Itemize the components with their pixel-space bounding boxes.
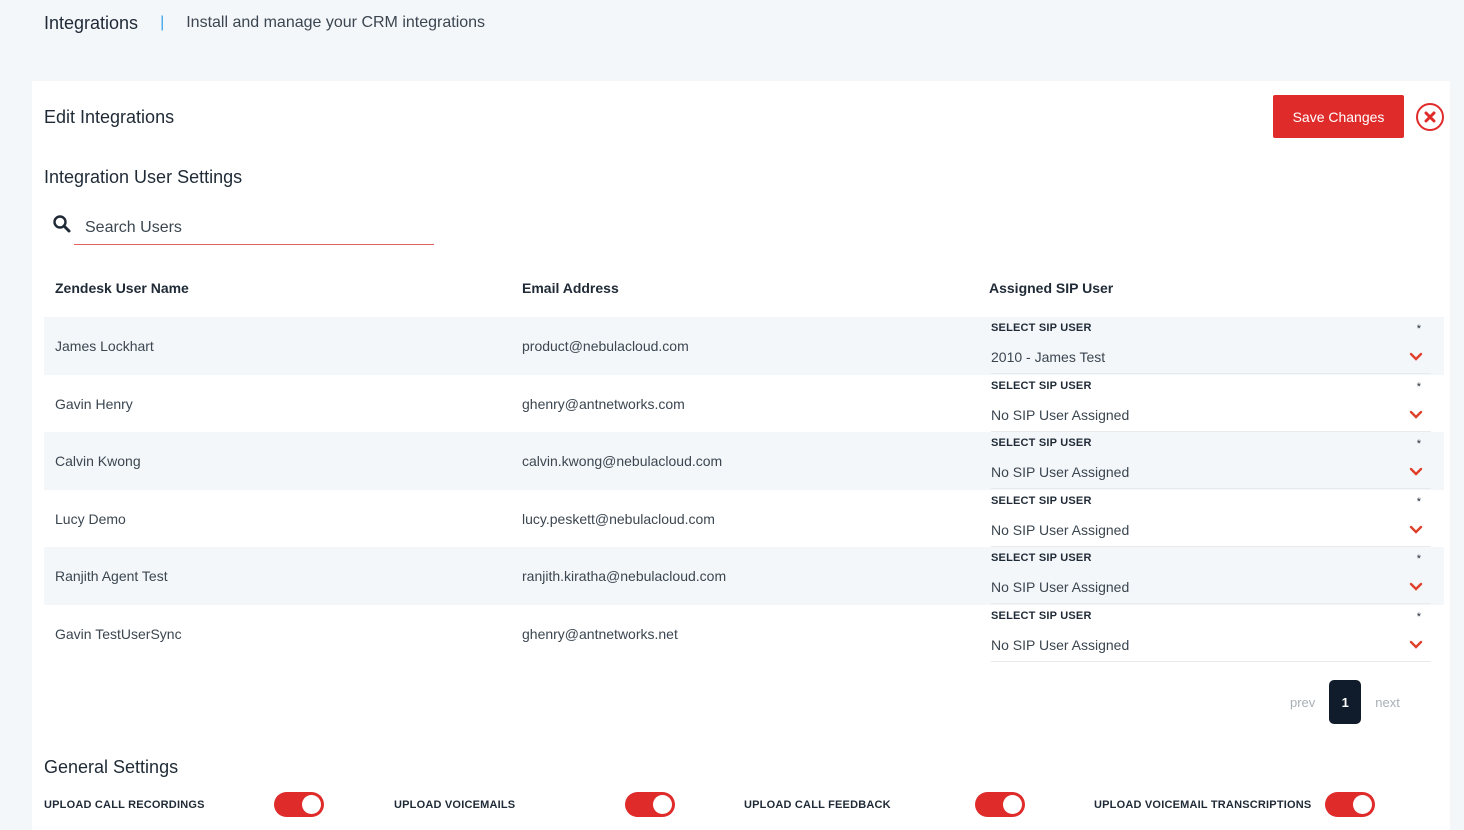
sip-select-value: No SIP User Assigned — [991, 636, 1130, 653]
toggle-label: UPLOAD VOICEMAIL TRANSCRIPTIONS — [1094, 799, 1312, 811]
close-button[interactable] — [1416, 103, 1444, 131]
table-row: Calvin Kwong calvin.kwong@nebulacloud.co… — [44, 432, 1444, 490]
header-separator: | — [160, 14, 165, 31]
page-header: Integrations | Install and manage your C… — [44, 12, 485, 34]
table-row: James Lockhart product@nebulacloud.com S… — [44, 317, 1444, 375]
toggle-label: UPLOAD CALL RECORDINGS — [44, 799, 205, 811]
required-marker: * — [1416, 495, 1421, 508]
chevron-down-icon — [1409, 467, 1423, 476]
pagination: prev 1 next — [1290, 679, 1400, 725]
user-name: Gavin TestUserSync — [55, 625, 182, 642]
user-email: lucy.peskett@nebulacloud.com — [522, 510, 715, 527]
sip-user-select[interactable]: SELECT SIP USER * No SIP User Assigned — [991, 547, 1431, 604]
sip-select-label: SELECT SIP USER — [991, 379, 1092, 392]
user-name: Calvin Kwong — [55, 453, 141, 469]
card-title: Edit Integrations — [44, 107, 175, 127]
pagination-prev[interactable]: prev — [1290, 695, 1315, 710]
users-table-body: James Lockhart product@nebulacloud.com S… — [44, 317, 1444, 662]
search-users-input[interactable] — [74, 212, 434, 243]
upload-call-feedback-toggle[interactable] — [975, 792, 1025, 817]
table-header: Zendesk User Name Email Address Assigned… — [44, 280, 1444, 300]
column-header-sip: Assigned SIP User — [989, 280, 1114, 296]
sip-user-select[interactable]: SELECT SIP USER * No SIP User Assigned — [991, 375, 1431, 432]
required-marker: * — [1416, 610, 1421, 623]
sip-select-label: SELECT SIP USER — [991, 494, 1092, 507]
chevron-down-icon — [1409, 640, 1423, 649]
user-name: James Lockhart — [55, 338, 154, 354]
page-subtitle: Install and manage your CRM integrations — [186, 14, 486, 31]
upload-voicemails-toggle[interactable] — [625, 792, 675, 817]
toggle-group-voicemails: UPLOAD VOICEMAILS — [394, 792, 515, 818]
sip-select-label: SELECT SIP USER — [991, 552, 1092, 564]
sip-select-label: SELECT SIP USER — [991, 322, 1092, 334]
sip-select-value: No SIP User Assigned — [991, 464, 1130, 480]
table-row: Ranjith Agent Test ranjith.kiratha@nebul… — [44, 547, 1444, 605]
general-settings-title: General Settings — [44, 757, 179, 777]
chevron-down-icon — [1409, 525, 1423, 534]
chevron-down-icon — [1409, 582, 1423, 591]
close-icon — [1424, 111, 1436, 123]
sip-select-value: No SIP User Assigned — [991, 521, 1130, 538]
user-name: Ranjith Agent Test — [55, 568, 168, 584]
user-name: Gavin Henry — [55, 395, 133, 412]
table-row: Lucy Demo lucy.peskett@nebulacloud.com S… — [44, 490, 1444, 548]
user-email: ghenry@antnetworks.com — [522, 395, 685, 412]
sip-select-label: SELECT SIP USER — [991, 609, 1092, 622]
search-bar — [53, 211, 434, 245]
sip-user-select[interactable]: SELECT SIP USER * No SIP User Assigned — [991, 432, 1431, 489]
toggle-label: UPLOAD VOICEMAILS — [394, 799, 516, 811]
pagination-next[interactable]: next — [1375, 695, 1400, 710]
user-email: ghenry@antnetworks.net — [522, 625, 678, 642]
required-marker: * — [1416, 323, 1421, 335]
table-row: Gavin Henry ghenry@antnetworks.com SELEC… — [44, 375, 1444, 433]
page-title: Integrations — [44, 12, 139, 33]
chevron-down-icon — [1409, 352, 1423, 361]
sip-user-select[interactable]: SELECT SIP USER * No SIP User Assigned — [991, 490, 1431, 547]
required-marker: * — [1416, 438, 1421, 450]
required-marker: * — [1416, 380, 1421, 393]
chevron-down-icon — [1409, 410, 1423, 419]
edit-integrations-card: Edit Integrations Save Changes Integrati… — [32, 81, 1450, 830]
general-settings-toggles: UPLOAD CALL RECORDINGS UPLOAD VOICEMAILS… — [44, 792, 1444, 818]
user-email: ranjith.kiratha@nebulacloud.com — [522, 568, 727, 584]
save-changes-button[interactable]: Save Changes — [1273, 95, 1404, 138]
column-header-name: Zendesk User Name — [55, 280, 189, 296]
required-marker: * — [1416, 553, 1421, 565]
sip-user-select[interactable]: SELECT SIP USER * No SIP User Assigned — [991, 605, 1431, 662]
user-email: product@nebulacloud.com — [522, 338, 689, 354]
toggle-group-call-feedback: UPLOAD CALL FEEDBACK — [744, 792, 891, 818]
user-settings-title: Integration User Settings — [44, 167, 243, 187]
sip-select-value: 2010 - James Test — [991, 349, 1106, 365]
upload-call-recordings-toggle[interactable] — [274, 792, 324, 817]
toggle-group-voicemail-transcriptions: UPLOAD VOICEMAIL TRANSCRIPTIONS — [1094, 792, 1311, 818]
toggle-group-call-recordings: UPLOAD CALL RECORDINGS — [44, 792, 205, 818]
sip-user-select[interactable]: SELECT SIP USER * 2010 - James Test — [991, 317, 1431, 374]
upload-voicemail-transcriptions-toggle[interactable] — [1325, 792, 1375, 817]
column-header-email: Email Address — [522, 280, 619, 296]
sip-select-value: No SIP User Assigned — [991, 406, 1130, 423]
search-icon — [53, 215, 71, 233]
toggle-label: UPLOAD CALL FEEDBACK — [744, 799, 891, 811]
table-row: Gavin TestUserSync ghenry@antnetworks.ne… — [44, 605, 1444, 663]
user-name: Lucy Demo — [55, 510, 126, 527]
user-email: calvin.kwong@nebulacloud.com — [522, 453, 723, 469]
pagination-page-current[interactable]: 1 — [1329, 680, 1362, 724]
sip-select-value: No SIP User Assigned — [991, 579, 1130, 595]
sip-select-label: SELECT SIP USER — [991, 437, 1092, 449]
